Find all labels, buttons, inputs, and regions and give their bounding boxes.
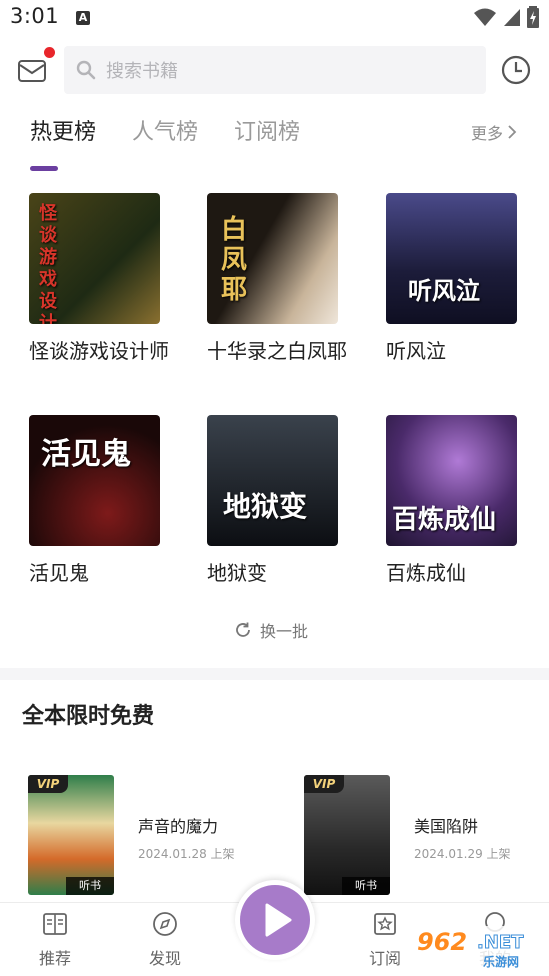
cover-title: 地狱变 bbox=[223, 490, 308, 523]
book-title: 活见鬼 bbox=[29, 561, 89, 585]
nav-subscribe[interactable]: 订阅 bbox=[355, 911, 415, 969]
free-book-date: 2024.01.29 上架 bbox=[414, 847, 511, 861]
vip-badge: VIP bbox=[304, 775, 344, 793]
ranking-tabs: 热更榜 人气榜 订阅榜 更多 bbox=[0, 108, 549, 178]
search-icon bbox=[76, 60, 96, 80]
free-book-cover: VIP 听书 bbox=[304, 775, 390, 895]
cover-title: 白凤耶 bbox=[221, 215, 248, 305]
history-button[interactable] bbox=[500, 54, 532, 86]
audio-badge: 听书 bbox=[342, 877, 390, 895]
book-title: 十华录之白凤耶 bbox=[207, 339, 347, 363]
nav-label: 订阅 bbox=[368, 949, 401, 968]
book-title: 百炼成仙 bbox=[386, 561, 466, 585]
book-cover: 怪谈游戏设计师 bbox=[29, 193, 160, 324]
free-book-item[interactable]: VIP 听书 声音的魔力 2024.01.28 上架 bbox=[28, 775, 288, 895]
mail-button[interactable] bbox=[16, 56, 48, 84]
free-book-name: 美国陷阱 bbox=[414, 817, 479, 836]
free-book-date: 2024.01.28 上架 bbox=[138, 847, 235, 861]
status-bar: 3:01 A bbox=[0, 0, 549, 36]
search-row: 搜索书籍 bbox=[0, 44, 549, 96]
mail-icon bbox=[18, 60, 46, 82]
refresh-icon bbox=[236, 622, 250, 637]
signal-icon bbox=[504, 9, 520, 26]
battery-charging-icon bbox=[527, 6, 539, 28]
cover-title: 百炼成仙 bbox=[392, 505, 497, 535]
tab-indicator bbox=[30, 166, 58, 171]
more-label: 更多 bbox=[470, 124, 503, 143]
unread-dot bbox=[44, 47, 55, 58]
book-card[interactable]: 白凤耶 十华录之白凤耶 bbox=[207, 193, 347, 367]
nav-label: 推荐 bbox=[38, 949, 71, 968]
wifi-icon bbox=[474, 8, 496, 26]
section-title: 全本限时免费 bbox=[22, 704, 155, 729]
tab-subscribe[interactable]: 订阅榜 bbox=[234, 114, 300, 146]
book-card[interactable]: 怪谈游戏设计师 怪谈游戏设计师 bbox=[29, 193, 169, 367]
tab-hot[interactable]: 热更榜 bbox=[30, 114, 96, 146]
status-time: 3:01 bbox=[10, 4, 60, 28]
more-link[interactable]: 更多 bbox=[471, 120, 517, 144]
book-card[interactable]: 地狱变 地狱变 bbox=[207, 415, 347, 589]
vip-badge: VIP bbox=[28, 775, 68, 793]
compass-icon bbox=[153, 912, 177, 936]
a-icon: A bbox=[76, 11, 90, 25]
watermark-domain: .NET bbox=[476, 932, 524, 954]
book-open-icon bbox=[43, 913, 67, 935]
cover-title: 听风泣 bbox=[408, 276, 480, 305]
book-cover: 地狱变 bbox=[207, 415, 338, 546]
play-icon bbox=[265, 903, 292, 937]
book-cover: 听风泣 bbox=[386, 193, 517, 324]
status-icons bbox=[473, 6, 539, 28]
book-cover: 白凤耶 bbox=[207, 193, 338, 324]
star-book-icon bbox=[374, 913, 396, 935]
refresh-label: 换一批 bbox=[260, 622, 309, 641]
tab-popular[interactable]: 人气榜 bbox=[132, 114, 198, 146]
cover-title: 怪谈游戏设计师 bbox=[39, 203, 57, 324]
book-title: 听风泣 bbox=[386, 339, 446, 363]
book-card[interactable]: 活见鬼 活见鬼 bbox=[29, 415, 169, 589]
watermark-logo: 962 .NET 乐游网 bbox=[413, 926, 543, 970]
search-placeholder: 搜索书籍 bbox=[106, 61, 178, 82]
book-card[interactable]: 百炼成仙 百炼成仙 bbox=[386, 415, 526, 589]
audio-badge: 听书 bbox=[66, 877, 114, 895]
chevron-right-icon bbox=[508, 125, 517, 139]
search-input[interactable]: 搜索书籍 bbox=[64, 46, 486, 94]
book-cover: 活见鬼 bbox=[29, 415, 160, 546]
nav-discover[interactable]: 发现 bbox=[135, 911, 195, 969]
refresh-button[interactable]: 换一批 bbox=[234, 618, 308, 642]
cover-title: 活见鬼 bbox=[41, 437, 131, 472]
book-card[interactable]: 听风泣 听风泣 bbox=[386, 193, 526, 367]
free-book-name: 声音的魔力 bbox=[138, 817, 219, 836]
play-button[interactable] bbox=[235, 880, 315, 960]
free-book-cover: VIP 听书 bbox=[28, 775, 114, 895]
nav-label: 发现 bbox=[148, 949, 181, 968]
book-title: 地狱变 bbox=[207, 561, 267, 585]
nav-recommend[interactable]: 推荐 bbox=[25, 911, 85, 969]
book-cover: 百炼成仙 bbox=[386, 415, 517, 546]
section-divider bbox=[0, 668, 549, 680]
watermark-number: 962 bbox=[417, 928, 468, 956]
clock-icon bbox=[501, 55, 531, 85]
watermark-subtitle: 乐游网 bbox=[483, 955, 520, 969]
book-title: 怪谈游戏设计师 bbox=[29, 339, 169, 363]
play-button-inner bbox=[240, 885, 310, 955]
free-book-item[interactable]: VIP 听书 美国陷阱 2024.01.29 上架 bbox=[304, 775, 549, 895]
